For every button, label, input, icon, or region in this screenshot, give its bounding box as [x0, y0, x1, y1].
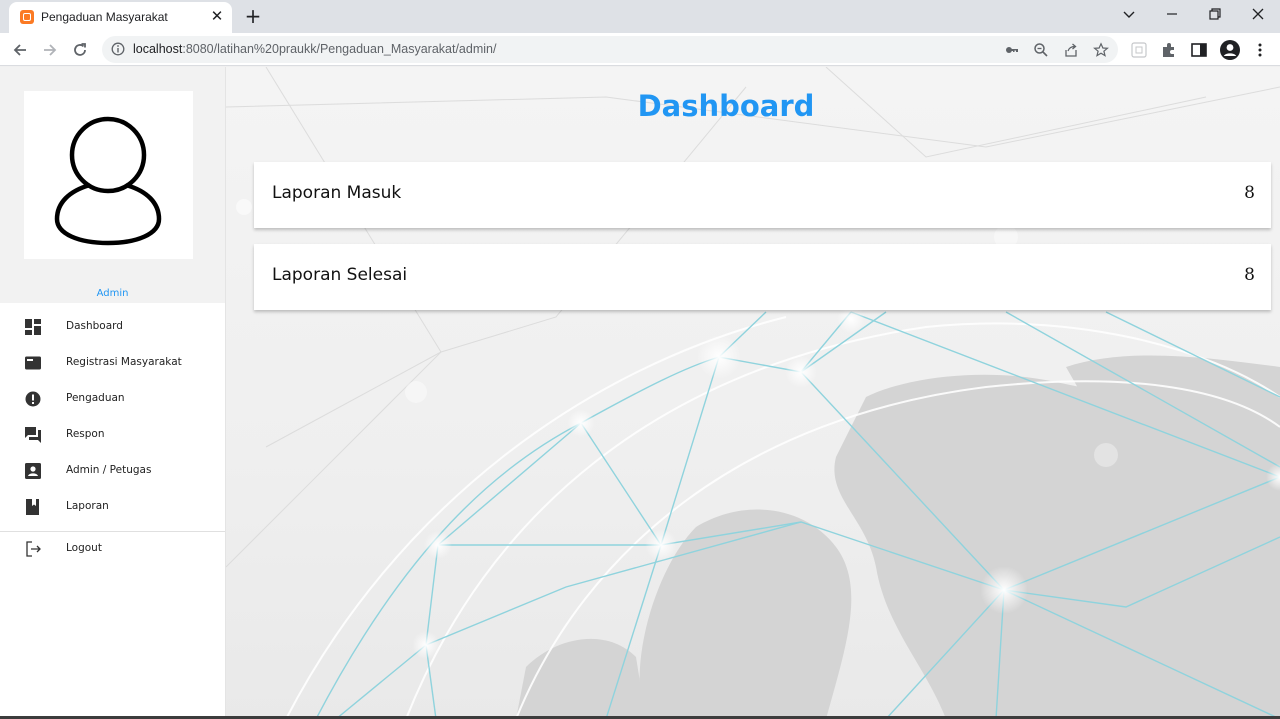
page: Admin Dashboard Registrasi Masyarakat Pe… — [0, 67, 1280, 719]
share-icon[interactable] — [1063, 42, 1079, 58]
sidebar-item-label: Pengaduan — [66, 392, 125, 404]
stat-card-label: Laporan Selesai — [272, 265, 408, 285]
site-info-icon[interactable] — [111, 42, 125, 56]
stat-card-value: 8 — [1244, 183, 1255, 203]
extension-square-icon[interactable] — [1130, 41, 1148, 59]
page-title: Dashboard — [637, 89, 815, 123]
zoom-icon[interactable] — [1033, 42, 1049, 58]
sidebar-item-label: Admin / Petugas — [66, 464, 152, 476]
restore-icon[interactable] — [1193, 0, 1237, 28]
sidebar-item-admin-petugas[interactable]: Admin / Petugas — [0, 453, 225, 489]
tab-search-chevron-icon[interactable] — [1107, 0, 1151, 28]
stat-card-label: Laporan Masuk — [272, 183, 402, 203]
user-role-label: Admin — [96, 288, 129, 299]
sidebar-item-respon[interactable]: Respon — [0, 417, 225, 453]
stat-card-value: 8 — [1244, 265, 1255, 285]
logout-button[interactable]: Logout — [0, 531, 225, 567]
logout-label: Logout — [66, 542, 102, 554]
url-text[interactable]: localhost:8080/latihan%20praukk/Pengadua… — [133, 42, 496, 56]
account-box-icon — [25, 463, 41, 479]
extensions-puzzle-icon[interactable] — [1160, 41, 1178, 59]
sidebar-item-label: Laporan — [66, 500, 109, 512]
browser-tab-bar: Pengaduan Masyarakat ✕ + — [0, 0, 1280, 33]
sidebar-menu: Dashboard Registrasi Masyarakat Pengadua… — [0, 309, 225, 525]
tab-title: Pengaduan Masyarakat — [41, 10, 168, 24]
main-content: Dashboard Laporan Masuk 8 Laporan Selesa… — [226, 67, 1280, 719]
card-icon — [25, 356, 41, 370]
forward-icon[interactable] — [38, 38, 62, 62]
forum-icon — [25, 427, 41, 443]
stat-card-laporan-selesai: Laporan Selesai 8 — [254, 244, 1271, 310]
logout-icon — [26, 541, 41, 557]
sidebar-item-label: Dashboard — [66, 320, 123, 332]
side-panel-icon[interactable] — [1190, 41, 1208, 59]
new-tab-button[interactable]: + — [241, 4, 265, 28]
dashboard-icon — [25, 319, 41, 335]
tab-close-icon[interactable]: ✕ — [209, 8, 225, 24]
profile-panel: Admin — [0, 67, 225, 303]
bookmark-star-icon[interactable] — [1093, 42, 1109, 58]
sidebar-item-label: Respon — [66, 428, 105, 440]
browser-tab[interactable]: Pengaduan Masyarakat ✕ — [9, 2, 232, 33]
avatar — [24, 91, 193, 259]
book-icon — [26, 499, 39, 515]
minimize-icon[interactable] — [1150, 0, 1194, 28]
sidebar-item-pengaduan[interactable]: Pengaduan — [0, 381, 225, 417]
profile-avatar-icon[interactable] — [1219, 39, 1241, 61]
menu-kebab-icon[interactable] — [1251, 41, 1269, 59]
sidebar-item-laporan[interactable]: Laporan — [0, 489, 225, 525]
sidebar-item-dashboard[interactable]: Dashboard — [0, 309, 225, 345]
back-icon[interactable] — [8, 38, 32, 62]
sidebar-item-registrasi-masyarakat[interactable]: Registrasi Masyarakat — [0, 345, 225, 381]
xampp-favicon-icon — [20, 10, 34, 24]
browser-toolbar: localhost:8080/latihan%20praukk/Pengadua… — [0, 33, 1280, 66]
close-window-icon[interactable] — [1236, 0, 1280, 28]
address-bar[interactable]: localhost:8080/latihan%20praukk/Pengadua… — [102, 36, 1118, 63]
stat-card-laporan-masuk: Laporan Masuk 8 — [254, 162, 1271, 228]
sidebar-item-label: Registrasi Masyarakat — [66, 356, 182, 368]
reload-icon[interactable] — [68, 38, 92, 62]
alert-icon — [25, 391, 41, 407]
sidebar: Admin Dashboard Registrasi Masyarakat Pe… — [0, 67, 226, 719]
user-avatar-icon — [54, 116, 162, 246]
key-icon[interactable] — [1004, 42, 1020, 58]
